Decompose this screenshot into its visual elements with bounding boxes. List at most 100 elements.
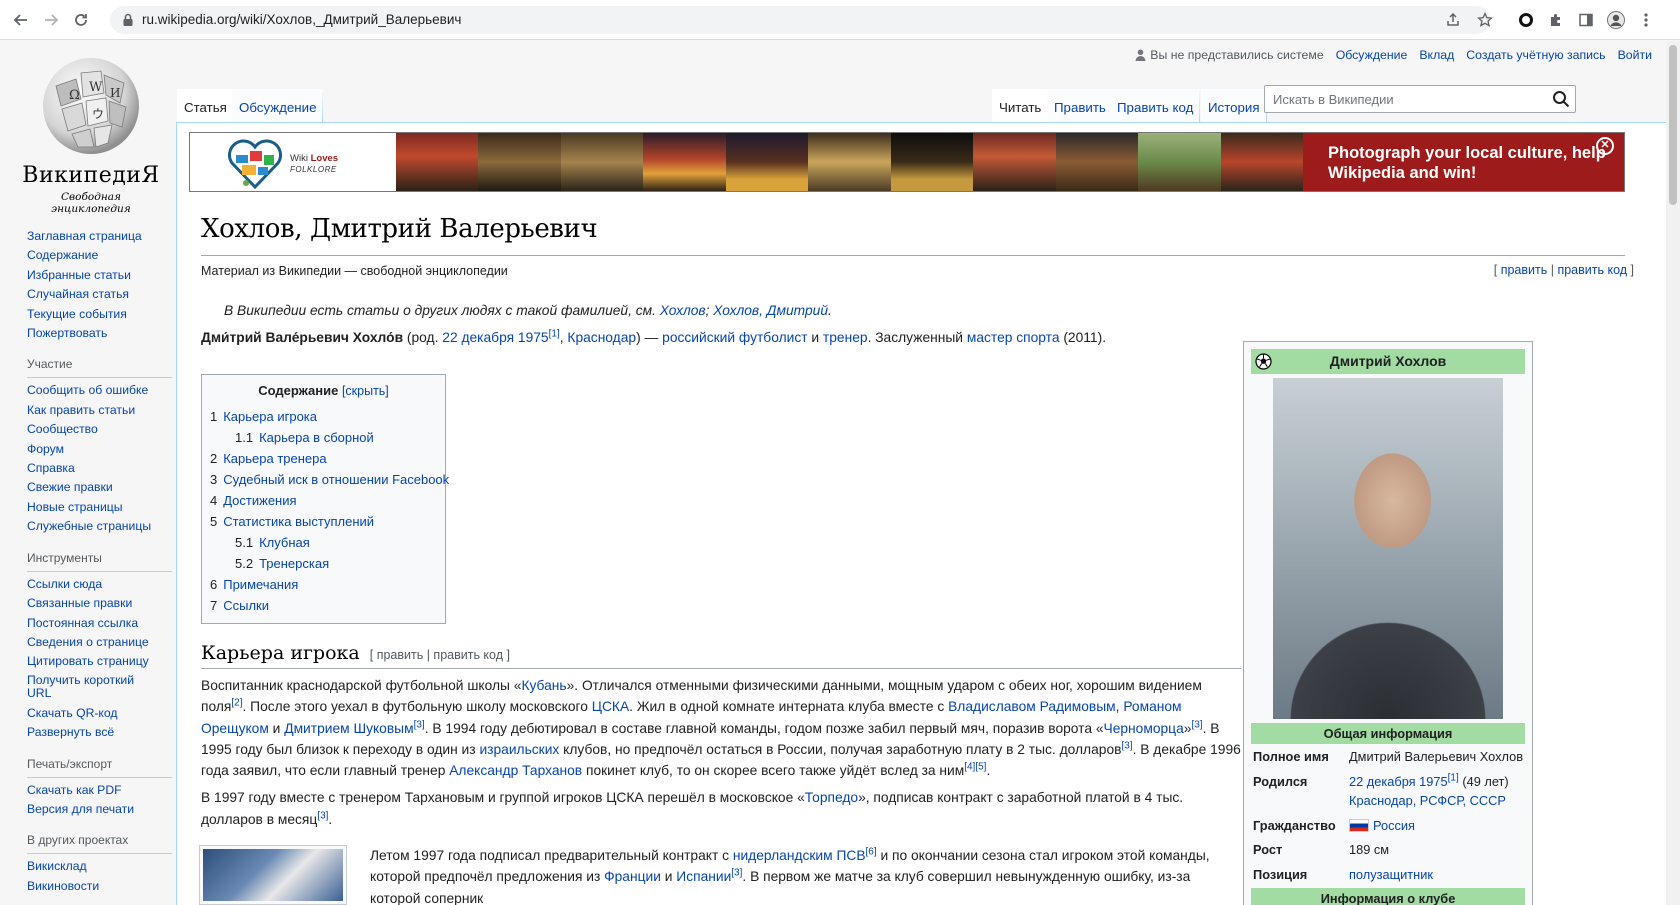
infobox-photo[interactable] xyxy=(1273,378,1503,719)
toc-item[interactable]: 1 Карьера игрока xyxy=(210,406,437,427)
link-tarkhanov[interactable]: Александр Тарханов xyxy=(449,763,582,778)
toc-item[interactable]: 5.1 Клубная xyxy=(210,532,437,553)
link-cska[interactable]: ЦСКА xyxy=(592,699,629,714)
ref-3c[interactable]: [3] xyxy=(1121,740,1132,751)
infobox-position-link[interactable]: полузащитник xyxy=(1349,865,1525,885)
extensions-button[interactable] xyxy=(1546,10,1566,30)
toc-item[interactable]: 3 Судебный иск в отношении Facebook xyxy=(210,469,449,490)
sidebar-item-random[interactable]: Случайная статья xyxy=(27,285,177,304)
ref-4-5[interactable]: [4][5] xyxy=(964,762,986,773)
toc-item-label[interactable]: Карьера в сборной xyxy=(259,430,374,445)
link-radimov[interactable]: Владиславом Радимовым xyxy=(948,699,1116,714)
sidebar-item-report-error[interactable]: Сообщить об ошибке xyxy=(27,381,177,400)
sidebar-item-donate[interactable]: Пожертвовать xyxy=(27,324,177,343)
sidebar-item-new-pages[interactable]: Новые страницы xyxy=(27,498,177,517)
toc-item-label[interactable]: Статистика выступлений xyxy=(223,514,374,529)
infobox-ref-1[interactable]: [1] xyxy=(1448,772,1459,783)
tab-history[interactable]: История xyxy=(1201,89,1267,122)
toc-item-label[interactable]: Ссылки xyxy=(223,598,269,613)
hatnote-link-khokhlov[interactable]: Хохлов xyxy=(660,303,706,318)
toc-item-label[interactable]: Карьера тренера xyxy=(223,451,326,466)
sidebar-item-page-info[interactable]: Сведения о странице xyxy=(27,633,177,652)
login-link[interactable]: Войти xyxy=(1618,48,1652,62)
coach-link[interactable]: тренер xyxy=(823,330,868,345)
wiki-loves-folklore-banner[interactable]: Wiki Loves FOLKLORE Photograph your loca… xyxy=(189,132,1625,192)
page-scrollbar[interactable] xyxy=(1666,41,1680,905)
infobox-birth-date-link[interactable]: 22 декабря 1975 xyxy=(1349,774,1448,789)
scrollbar-thumb[interactable] xyxy=(1669,45,1677,205)
master-of-sport-link[interactable]: мастер спорта xyxy=(967,330,1060,345)
reload-button[interactable] xyxy=(70,9,92,31)
sidebar-item-wikinews[interactable]: Викиновости xyxy=(27,877,177,896)
link-chernomorets[interactable]: Черноморца xyxy=(1104,721,1184,736)
toc-item-label[interactable]: Достижения xyxy=(223,493,296,508)
toc-item[interactable]: 6 Примечания xyxy=(210,574,437,595)
birth-date-link[interactable]: 22 декабря 1975 xyxy=(442,330,548,345)
bookmark-button[interactable] xyxy=(1475,10,1495,30)
toc-item[interactable]: 4 Достижения xyxy=(210,490,437,511)
share-button[interactable] xyxy=(1443,10,1463,30)
browser-menu-button[interactable] xyxy=(1636,10,1656,30)
krasnodar-link[interactable]: Краснодар xyxy=(567,330,636,345)
tab-read[interactable]: Читать xyxy=(992,89,1049,122)
sidebar-item-expand-all[interactable]: Развернуть всё xyxy=(27,723,177,742)
ref-1[interactable]: [1] xyxy=(549,328,560,339)
sidebar-item-cite-page[interactable]: Цитировать страницу xyxy=(27,652,177,671)
toc-item-label[interactable]: Судебный иск в отношении Facebook xyxy=(223,472,449,487)
toc-toggle[interactable]: [скрыть] xyxy=(342,384,389,398)
infobox-citizenship-link[interactable]: Россия xyxy=(1373,818,1415,833)
edit-source-link[interactable]: править код xyxy=(1557,263,1627,277)
personal-contributions-link[interactable]: Вклад xyxy=(1419,48,1454,62)
section-edit-links[interactable]: [ править | править код ] xyxy=(370,648,510,662)
ref-3e[interactable]: [3] xyxy=(731,868,742,879)
banner-cta[interactable]: Photograph your local culture, help Wiki… xyxy=(1303,133,1624,191)
hatnote-link-khokhlov-dmitry[interactable]: Хохлов, Дмитрий xyxy=(713,303,828,318)
sidebar-item-download-pdf[interactable]: Скачать как PDF xyxy=(27,781,177,800)
sidebar-item-qr-code[interactable]: Скачать QR-код xyxy=(27,704,177,723)
search-icon[interactable] xyxy=(1552,90,1570,108)
article-thumbnail[interactable] xyxy=(199,845,347,905)
toc-item[interactable]: 2 Карьера тренера xyxy=(210,448,437,469)
sidebar-item-featured[interactable]: Избранные статьи xyxy=(27,266,177,285)
ref-6[interactable]: [6] xyxy=(866,846,877,857)
toc-item[interactable]: 7 Ссылки xyxy=(210,595,437,616)
forward-button[interactable] xyxy=(40,9,62,31)
sidebar-item-help[interactable]: Справка xyxy=(27,459,177,478)
footballer-link[interactable]: российский футболист xyxy=(662,330,807,345)
toc-item-label[interactable]: Тренерская xyxy=(259,556,329,571)
toc-item[interactable]: 5.2 Тренерская xyxy=(210,553,437,574)
sidebar-item-main-page[interactable]: Заглавная страница xyxy=(27,227,177,246)
tab-talk[interactable]: Обсуждение xyxy=(232,89,324,122)
link-france[interactable]: Франции xyxy=(604,869,661,884)
link-israeli[interactable]: израильских xyxy=(479,742,559,757)
sidebar-item-print-version[interactable]: Версия для печати xyxy=(27,800,177,819)
link-torpedo[interactable]: Торпедо xyxy=(805,790,858,805)
tab-article[interactable]: Статья xyxy=(177,89,234,122)
sidebar-item-how-to-edit[interactable]: Как править статьи xyxy=(27,401,177,420)
toc-item-label[interactable]: Клубная xyxy=(259,535,310,550)
sidebar-item-current-events[interactable]: Текущие события xyxy=(27,305,177,324)
sidebar-item-related-changes[interactable]: Связанные правки xyxy=(27,594,177,613)
link-spain[interactable]: Испании xyxy=(676,869,731,884)
toc-item-label[interactable]: Карьера игрока xyxy=(223,409,317,424)
tab-edit[interactable]: Править xyxy=(1047,89,1113,122)
sidebar-item-special-pages[interactable]: Служебные страницы xyxy=(27,517,177,536)
side-panel-button[interactable] xyxy=(1576,10,1596,30)
sidebar-item-permanent-link[interactable]: Постоянная ссылка xyxy=(27,614,177,633)
create-account-link[interactable]: Создать учётную запись xyxy=(1466,48,1605,62)
sidebar-item-recent-changes[interactable]: Свежие правки xyxy=(27,478,177,497)
address-bar[interactable]: ru.wikipedia.org/wiki/Хохлов,_Дмитрий_Ва… xyxy=(110,6,1490,34)
ref-3a[interactable]: [3] xyxy=(414,719,425,730)
link-shukov[interactable]: Дмитрием Шуковым xyxy=(284,721,413,736)
link-psv[interactable]: нидерландским ПСВ xyxy=(733,848,866,863)
toc-item[interactable]: 5 Статистика выступлений xyxy=(210,511,437,532)
banner-close-icon[interactable]: ✕ xyxy=(1596,137,1614,155)
ref-3b[interactable]: [3] xyxy=(1191,719,1202,730)
edit-link[interactable]: править xyxy=(1501,263,1548,277)
profile-button[interactable] xyxy=(1606,10,1626,30)
personal-talk-link[interactable]: Обсуждение xyxy=(1336,48,1408,62)
sidebar-item-short-url[interactable]: Получить короткий URL xyxy=(27,672,137,704)
back-button[interactable] xyxy=(10,9,32,31)
sidebar-item-forum[interactable]: Форум xyxy=(27,440,177,459)
toc-item[interactable]: 1.1 Карьера в сборной xyxy=(210,427,437,448)
